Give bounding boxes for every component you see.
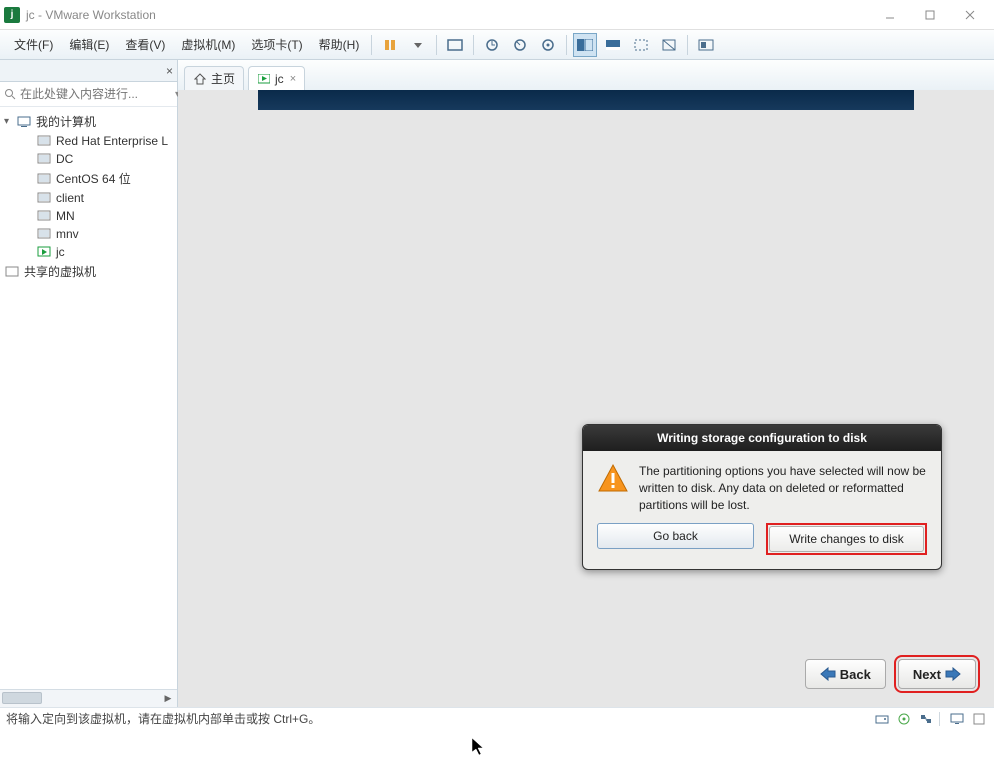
next-button[interactable]: Next	[898, 659, 976, 689]
statusbar: 将输入定向到该虚拟机，请在虚拟机内部单击或按 Ctrl+G。	[0, 707, 994, 729]
button-label: Next	[913, 667, 941, 682]
menu-edit[interactable]: 编辑(E)	[61, 32, 117, 57]
tree-shared-vms[interactable]: 共享的虚拟机	[0, 261, 177, 282]
tab-jc[interactable]: jc ×	[248, 66, 305, 90]
tree-vm-client[interactable]: client	[0, 189, 177, 207]
tree-vm-dc[interactable]: DC	[0, 150, 177, 168]
cursor-icon	[472, 738, 486, 761]
tree-vm-centos[interactable]: CentOS 64 位	[0, 168, 177, 189]
tab-bar: 主页 jc ×	[178, 60, 994, 90]
window-title: jc - VMware Workstation	[26, 8, 870, 22]
separator	[939, 712, 940, 726]
go-back-button[interactable]: Go back	[597, 523, 754, 549]
write-changes-button[interactable]: Write changes to disk	[769, 526, 924, 552]
scroll-right-icon[interactable]: ▶	[161, 692, 175, 704]
tree-label: Red Hat Enterprise L	[56, 134, 168, 148]
device-cd-icon[interactable]	[895, 711, 913, 727]
sidebar-close[interactable]: ×	[0, 60, 177, 82]
menu-file[interactable]: 文件(F)	[6, 32, 61, 57]
menu-vm[interactable]: 虚拟机(M)	[173, 32, 243, 57]
vm-icon	[36, 134, 52, 148]
sidebar-search: ▾	[0, 82, 177, 107]
sidebar: × ▾ ▾ 我的计算机 Red Hat Enterprise L DC Cent…	[0, 60, 178, 707]
status-text: 将输入定向到该虚拟机，请在虚拟机内部单击或按 Ctrl+G。	[6, 710, 320, 727]
separator	[566, 35, 567, 55]
warning-icon	[597, 463, 629, 495]
tree-vm-mnv[interactable]: mnv	[0, 225, 177, 243]
arrow-right-icon	[945, 666, 961, 682]
content-area: 主页 jc × Writing storage configuration to…	[178, 60, 994, 707]
tree-label: jc	[56, 245, 65, 259]
screen-mode-icon[interactable]	[443, 33, 467, 57]
snapshot-revert-icon[interactable]	[508, 33, 532, 57]
tab-label: 主页	[211, 70, 235, 87]
device-disk-icon[interactable]	[873, 711, 891, 727]
expander-icon[interactable]: ▾	[4, 116, 16, 127]
titlebar: j jc - VMware Workstation	[0, 0, 994, 30]
vm-icon	[36, 152, 52, 166]
tab-home[interactable]: 主页	[184, 66, 244, 90]
vm-running-icon	[36, 245, 52, 259]
library-tree: ▾ 我的计算机 Red Hat Enterprise L DC CentOS 6…	[0, 107, 177, 689]
vm-running-icon	[257, 72, 271, 86]
view-unity-icon[interactable]	[657, 33, 681, 57]
tree-label: 我的计算机	[36, 113, 96, 130]
snapshot-manager-icon[interactable]	[536, 33, 560, 57]
wizard-nav: Back Next	[805, 659, 976, 689]
home-icon	[193, 72, 207, 86]
tree-label: mnv	[56, 227, 79, 241]
vm-icon	[36, 227, 52, 241]
computer-icon	[16, 115, 32, 129]
scrollbar-thumb[interactable]	[2, 692, 42, 704]
dropdown-icon[interactable]	[406, 33, 430, 57]
tree-vm-redhat[interactable]: Red Hat Enterprise L	[0, 132, 177, 150]
separator	[436, 35, 437, 55]
snapshot-icon[interactable]	[480, 33, 504, 57]
back-button[interactable]: Back	[805, 659, 886, 689]
search-input[interactable]	[20, 87, 175, 101]
pause-icon[interactable]	[378, 33, 402, 57]
vm-header-bar	[258, 90, 914, 110]
tree-vm-mn[interactable]: MN	[0, 207, 177, 225]
vm-icon	[36, 209, 52, 223]
view-fullscreen-icon[interactable]	[629, 33, 653, 57]
storage-dialog: Writing storage configuration to disk Th…	[582, 424, 942, 570]
vm-icon	[36, 191, 52, 205]
menu-help[interactable]: 帮助(H)	[311, 32, 368, 57]
tab-label: jc	[275, 72, 284, 86]
device-sound-icon[interactable]	[970, 711, 988, 727]
view-console-icon[interactable]	[573, 33, 597, 57]
separator	[371, 35, 372, 55]
vm-console[interactable]: Writing storage configuration to disk Th…	[178, 90, 994, 707]
menu-tabs[interactable]: 选项卡(T)	[243, 32, 310, 57]
dialog-message: The partitioning options you have select…	[639, 463, 927, 513]
arrow-left-icon	[820, 666, 836, 682]
tree-label: MN	[56, 209, 75, 223]
search-icon	[4, 86, 16, 102]
separator	[687, 35, 688, 55]
tree-label: 共享的虚拟机	[24, 263, 96, 280]
maximize-button[interactable]	[910, 3, 950, 27]
view-single-icon[interactable]	[601, 33, 625, 57]
button-label: Back	[840, 667, 871, 682]
tree-label: client	[56, 191, 84, 205]
tree-vm-jc[interactable]: jc	[0, 243, 177, 261]
vm-icon	[36, 172, 52, 186]
tree-root-my-computer[interactable]: ▾ 我的计算机	[0, 111, 177, 132]
close-button[interactable]	[950, 3, 990, 27]
dialog-title: Writing storage configuration to disk	[583, 425, 941, 451]
device-network-icon[interactable]	[917, 711, 935, 727]
tab-close-icon[interactable]: ×	[290, 73, 296, 85]
sidebar-scrollbar[interactable]: ▶	[0, 689, 177, 707]
tree-label: DC	[56, 152, 73, 166]
shared-icon	[4, 265, 20, 279]
menu-view[interactable]: 查看(V)	[117, 32, 173, 57]
minimize-button[interactable]	[870, 3, 910, 27]
library-icon[interactable]	[694, 33, 718, 57]
device-display-icon[interactable]	[948, 711, 966, 727]
separator	[473, 35, 474, 55]
tree-label: CentOS 64 位	[56, 170, 131, 187]
menubar: 文件(F) 编辑(E) 查看(V) 虚拟机(M) 选项卡(T) 帮助(H)	[0, 30, 994, 60]
vmware-icon: j	[4, 7, 20, 23]
